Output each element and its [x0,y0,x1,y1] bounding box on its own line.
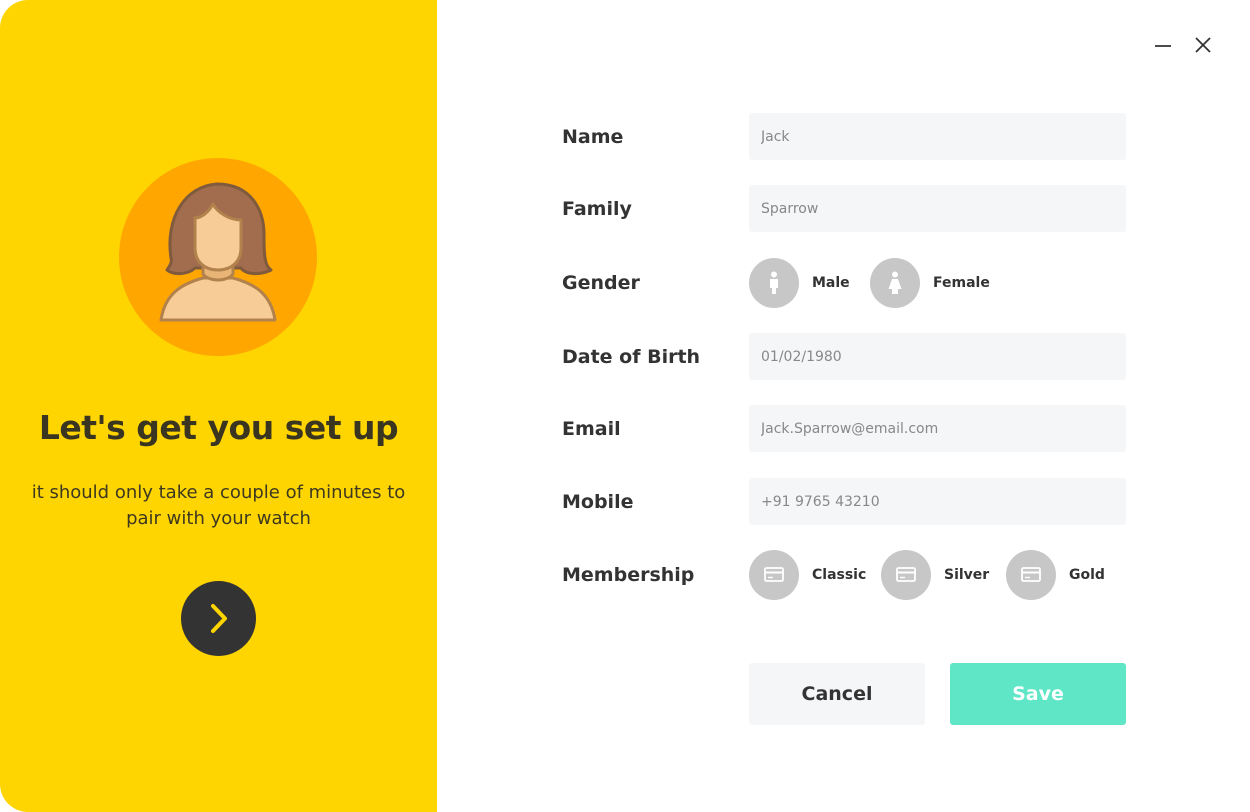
welcome-title: Let's get you set up [38,408,399,447]
name-label: Name [562,126,624,148]
save-button[interactable]: Save [950,663,1126,725]
mobile-label: Mobile [562,491,634,513]
welcome-subtitle: it should only take a couple of minutes … [31,482,406,529]
membership-option-gold[interactable]: Gold [1006,550,1105,600]
male-icon [749,258,799,308]
email-label: Email [562,418,621,440]
membership-option-label: Silver [944,567,990,583]
family-input[interactable] [749,185,1126,232]
membership-label: Membership [562,564,695,586]
minimize-button[interactable] [1150,32,1176,58]
chevron-right-icon [211,604,227,633]
email-input[interactable] [749,405,1126,452]
card-icon [881,550,931,600]
name-input[interactable] [749,113,1126,160]
membership-option-label: Gold [1069,567,1105,583]
gender-option-label: Female [933,275,990,291]
close-button[interactable] [1190,32,1216,58]
female-icon [870,258,920,308]
setup-window: Let's get you set up it should only take… [0,0,1250,812]
membership-option-classic[interactable]: Classic [749,550,866,600]
card-icon [1006,550,1056,600]
user-avatar-icon [119,158,317,356]
welcome-panel: Let's get you set up it should only take… [0,0,437,812]
dob-input[interactable] [749,333,1126,380]
mobile-input[interactable] [749,478,1126,525]
gender-option-male[interactable]: Male [749,258,850,308]
dob-label: Date of Birth [562,346,701,368]
minimize-icon [1155,45,1171,47]
membership-option-label: Classic [812,567,867,583]
gender-option-label: Male [812,275,850,291]
membership-option-silver[interactable]: Silver [881,550,989,600]
gender-option-female[interactable]: Female [870,258,990,308]
close-icon [1195,37,1211,53]
next-button[interactable] [181,581,256,656]
cancel-button[interactable]: Cancel [749,663,925,725]
gender-label: Gender [562,272,640,294]
card-icon [749,550,799,600]
family-label: Family [562,198,632,220]
